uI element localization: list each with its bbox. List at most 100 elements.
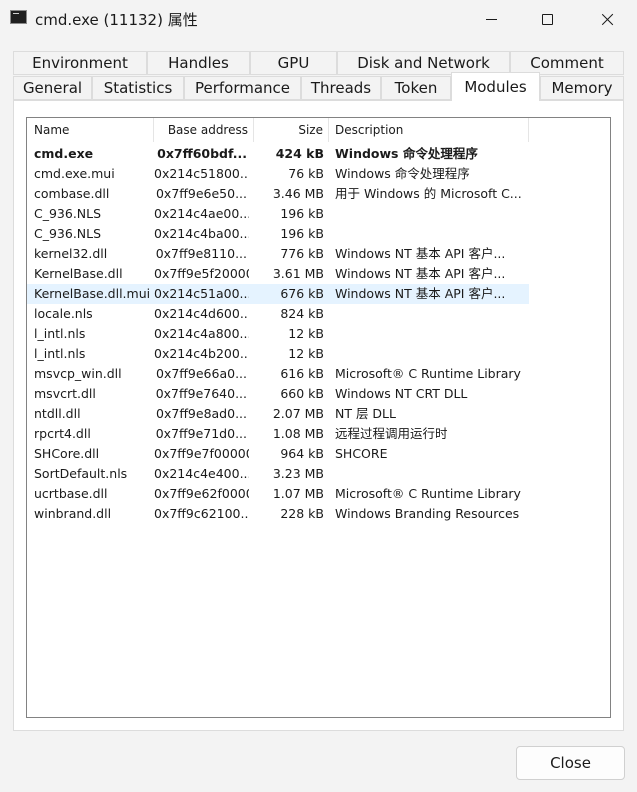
module-base-address: 0x7ff9e7f00000 [154,446,249,461]
module-name: winbrand.dll [34,506,112,521]
module-base-address: 0x7ff9e6e50... [155,186,247,201]
module-description: Microsoft® C Runtime Library [335,366,521,381]
table-row[interactable]: l_intl.nls 0x214c4a800... 12 kB [27,324,529,344]
tab-modules[interactable]: Modules [451,72,540,101]
column-header-name[interactable]: Name [27,118,154,142]
console-icon [10,10,27,24]
module-name: ntdll.dll [34,406,81,421]
column-header-description[interactable]: Description [329,118,529,142]
module-base-address: 0x7ff9e62f0000 [154,486,249,501]
module-name: KernelBase.dll [34,266,123,281]
tab-performance[interactable]: Performance [184,76,301,100]
module-base-address: 0x214c4a800... [154,326,249,341]
module-size: 776 kB [280,246,324,261]
minimize-button[interactable] [462,0,520,38]
table-row[interactable]: SortDefault.nls 0x214c4e400... 3.23 MB [27,464,529,484]
table-row[interactable]: KernelBase.dll.mui 0x214c51a00... 676 kB Wi… [27,284,529,304]
module-description [335,224,535,244]
module-name: cmd.exe [34,146,94,161]
table-row[interactable]: KernelBase.dll 0x7ff9e5f20000 3.61 MB Windo… [27,264,529,284]
module-base-address: 0x214c4ae00... [154,206,249,221]
table-row[interactable]: cmd.exe 0x7ff60bdf... 424 kB Windows 命令处理程序 [27,144,529,164]
module-name: msvcp_win.dll [34,366,122,381]
tab-general[interactable]: General [13,76,92,100]
module-description [335,464,535,484]
table-row[interactable]: ucrtbase.dll 0x7ff9e62f0000 1.07 MB Microso… [27,484,529,504]
module-base-address: 0x214c4b200... [154,346,249,361]
module-description: Windows NT 基本 API 客户... [335,286,506,301]
module-description: Windows NT 基本 API 客户... [335,266,506,281]
table-row[interactable]: kernel32.dll 0x7ff9e8110... 776 kB Windows … [27,244,529,264]
table-row[interactable]: rpcrt4.dll 0x7ff9e71d0... 1.08 MB 远程过程调用运行时 [27,424,529,444]
module-name: combase.dll [34,186,110,201]
window-title: cmd.exe (11132) 属性 [35,11,198,29]
title-bar: cmd.exe (11132) 属性 [0,0,637,38]
tab-token[interactable]: Token [381,76,451,100]
module-size: 964 kB [280,446,324,461]
tab-threads[interactable]: Threads [301,76,381,100]
module-description: Windows NT 基本 API 客户... [335,246,506,261]
module-base-address: 0x7ff9e8ad0... [156,406,247,421]
table-row[interactable]: locale.nls 0x214c4d600... 824 kB [27,304,529,324]
module-size: 2.07 MB [272,406,324,421]
module-name: SortDefault.nls [34,466,128,481]
module-base-address: 0x214c51a00... [154,286,249,301]
table-row[interactable]: l_intl.nls 0x214c4b200... 12 kB [27,344,529,364]
module-description [335,204,535,224]
tab-handles[interactable]: Handles [147,51,250,75]
table-row[interactable]: SHCore.dll 0x7ff9e7f00000 964 kB SHCORE [27,444,529,464]
module-base-address: 0x7ff9e5f20000 [154,266,249,281]
column-header-size[interactable]: Size [254,118,329,142]
module-name: cmd.exe.mui [34,166,115,181]
tab-memory[interactable]: Memory [540,76,624,100]
module-base-address: 0x7ff9e7640... [155,386,247,401]
module-size: 228 kB [280,506,324,521]
module-size: 616 kB [280,366,324,381]
module-name: KernelBase.dll.mui [34,286,151,301]
table-row[interactable]: C_936.NLS 0x214c4ba00... 196 kB [27,224,529,244]
module-base-address: 0x7ff9e8110... [155,246,247,261]
minimize-icon [485,18,497,20]
modules-list[interactable]: Name Base address Size Description cmd.e… [26,117,611,718]
tab-gpu[interactable]: GPU [250,51,337,75]
column-header-base-address[interactable]: Base address [154,118,254,142]
module-name: l_intl.nls [34,346,86,361]
module-description: Windows 命令处理程序 [335,146,478,161]
module-base-address: 0x214c4ba00... [154,226,249,241]
module-size: 3.23 MB [272,466,324,481]
module-description: Microsoft® C Runtime Library [335,486,521,501]
module-name: rpcrt4.dll [34,426,91,441]
module-description [335,344,535,364]
module-base-address: 0x7ff9c62100... [154,506,249,521]
close-button[interactable]: Close [516,746,625,780]
table-row[interactable]: ntdll.dll 0x7ff9e8ad0... 2.07 MB NT 层 DLL [27,404,529,424]
module-size: 824 kB [280,306,324,321]
module-name: SHCore.dll [34,446,100,461]
table-row[interactable]: msvcp_win.dll 0x7ff9e66a0... 616 kB Microso… [27,364,529,384]
maximize-button[interactable] [518,0,576,38]
table-row[interactable]: cmd.exe.mui 0x214c51800... 76 kB Windows 命令… [27,164,529,184]
module-size: 76 kB [288,166,324,181]
module-base-address: 0x214c4e400... [154,466,249,481]
table-row[interactable]: C_936.NLS 0x214c4ae00... 196 kB [27,204,529,224]
module-base-address: 0x214c4d600... [154,306,249,321]
module-size: 3.46 MB [272,186,324,201]
module-description [335,324,535,344]
module-size: 12 kB [288,346,324,361]
tab-statistics[interactable]: Statistics [92,76,184,100]
module-description: Windows 命令处理程序 [335,166,470,181]
tab-environment[interactable]: Environment [13,51,147,75]
module-size: 676 kB [280,286,324,301]
table-row[interactable]: combase.dll 0x7ff9e6e50... 3.46 MB 用于 Windo… [27,184,529,204]
module-description: SHCORE [335,446,388,461]
module-name: locale.nls [34,306,93,321]
window-close-button[interactable] [578,0,636,38]
module-name: kernel32.dll [34,246,108,261]
module-size: 196 kB [280,206,324,221]
close-icon [601,13,614,26]
module-size: 1.07 MB [272,486,324,501]
table-row[interactable]: winbrand.dll 0x7ff9c62100... 228 kB Windows… [27,504,529,524]
module-description: Windows NT CRT DLL [335,386,468,401]
module-size: 196 kB [280,226,324,241]
table-row[interactable]: msvcrt.dll 0x7ff9e7640... 660 kB Windows NT… [27,384,529,404]
